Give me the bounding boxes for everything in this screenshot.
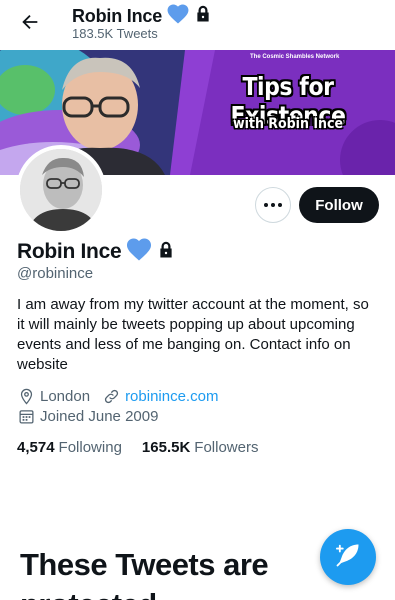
link-icon [102, 387, 120, 405]
profile-name-row: Robin Ince [17, 238, 175, 266]
more-icon [264, 203, 282, 207]
followers-count: 165.5K [141, 439, 191, 456]
blue-heart-icon [167, 4, 189, 29]
blue-heart-icon [126, 238, 152, 266]
profile-bio: I am away from my twitter account at the… [17, 296, 369, 373]
avatar-photo [20, 149, 102, 231]
header-title: Robin Ince [72, 6, 163, 26]
follow-button[interactable]: Follow [299, 187, 379, 223]
followers-label: Followers [194, 439, 259, 456]
calendar-icon [17, 407, 35, 425]
profile-joined-row: Joined June 2009 [17, 407, 158, 425]
top-bar: Robin Ince 183.5K Tweets [0, 0, 395, 50]
lock-icon [157, 241, 175, 264]
profile-location: London [40, 387, 91, 405]
location-pin-icon [17, 387, 35, 405]
arrow-left-icon [19, 11, 41, 38]
following-count: 4,574 [17, 439, 55, 456]
lock-icon [194, 5, 212, 28]
profile-stats: 4,574 Following 165.5K Followers [17, 439, 278, 456]
profile-joined-date: Joined June 2009 [40, 407, 159, 425]
followers-link[interactable]: 165.5K Followers [142, 439, 259, 456]
back-button[interactable] [16, 10, 44, 38]
banner-subtitle: with Robin Ince [232, 116, 344, 132]
more-options-button[interactable] [255, 187, 291, 223]
profile-handle: @robinince [17, 265, 94, 282]
avatar[interactable] [16, 145, 106, 235]
compose-tweet-icon [334, 541, 362, 574]
compose-tweet-button[interactable] [320, 529, 376, 585]
following-label: Following [58, 439, 122, 456]
display-name: Robin Ince [17, 240, 122, 263]
tweet-count: 183.5K Tweets [72, 26, 158, 41]
following-link[interactable]: 4,574 Following [17, 439, 122, 456]
profile-website-link[interactable]: robinince.com [125, 388, 218, 405]
banner-brand-logo: The Cosmic Shambles Network [250, 54, 340, 60]
profile-meta-row: London robinince.com [17, 387, 218, 405]
